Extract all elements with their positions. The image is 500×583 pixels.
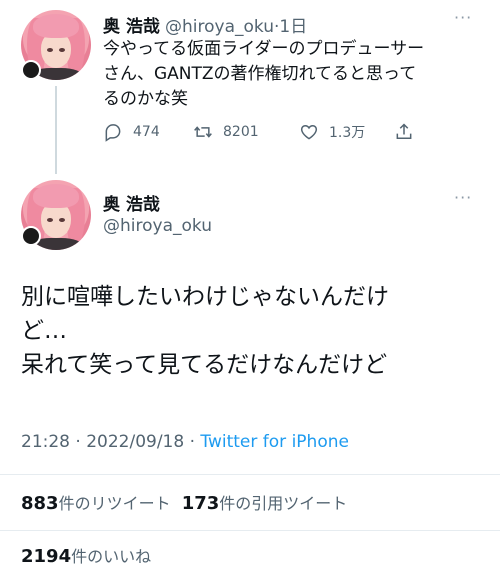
retweet-button[interactable]: 8201 bbox=[193, 122, 259, 142]
reply-count: 474 bbox=[133, 124, 160, 140]
display-name[interactable]: 奥 浩哉 bbox=[103, 17, 160, 37]
tweet-time[interactable]: ·1日 bbox=[274, 17, 307, 37]
divider bbox=[0, 530, 500, 531]
tweet-text-line: さん、GANTZの著作権切れてると思って bbox=[103, 64, 417, 84]
reply-button[interactable]: 474 bbox=[103, 122, 160, 142]
like-stat[interactable]: 2194件のいいね bbox=[21, 543, 151, 567]
tweet-text-line: るのかな笑 bbox=[103, 89, 188, 109]
divider bbox=[0, 474, 500, 475]
retweet-stat-label: 件のリツイート bbox=[58, 494, 171, 513]
avatar-bangs bbox=[33, 184, 79, 208]
avatar-eye bbox=[59, 48, 65, 52]
tweet-text-line: 呆れて笑って見てるだけなんだけど bbox=[21, 352, 388, 378]
quote-stat-count: 173 bbox=[181, 493, 220, 514]
retweet-stat[interactable]: 883件のリツイート bbox=[21, 493, 171, 514]
like-count: 1.3万 bbox=[329, 125, 366, 141]
like-stat-label: 件のいいね bbox=[71, 547, 152, 566]
thread-line bbox=[55, 86, 57, 174]
avatar-badge-icon bbox=[21, 60, 41, 80]
quote-stat-label: 件の引用ツイート bbox=[219, 494, 348, 513]
tweet-source-link[interactable]: Twitter for iPhone bbox=[200, 432, 349, 452]
reply-tweet-text: 今やってる仮面ライダーのプロデューサー さん、GANTZの著作権切れてると思って… bbox=[103, 37, 493, 112]
avatar-eye bbox=[47, 218, 53, 222]
more-icon[interactable]: ··· bbox=[454, 8, 472, 27]
like-button[interactable]: 1.3万 bbox=[299, 122, 365, 142]
like-icon bbox=[300, 124, 318, 140]
avatar-badge-icon bbox=[21, 226, 41, 246]
tweet-text-line: 今やってる仮面ライダーのプロデューサー bbox=[103, 39, 425, 59]
retweet-stat-count: 883 bbox=[21, 493, 59, 514]
avatar-eye bbox=[59, 218, 65, 222]
reply-tweet-header: 奥 浩哉 @hiroya_oku·1日 bbox=[103, 12, 307, 37]
avatar-bangs bbox=[33, 14, 79, 38]
tweet-text-line: ど… bbox=[21, 318, 67, 344]
like-stat-count: 2194 bbox=[21, 546, 72, 567]
display-name[interactable]: 奥 浩哉 bbox=[103, 190, 160, 215]
avatar-eye bbox=[47, 48, 53, 52]
share-icon bbox=[396, 123, 412, 139]
retweet-count: 8201 bbox=[223, 124, 259, 140]
tweet-text-line: 別に喧嘩したいわけじゃないんだけ bbox=[21, 284, 389, 310]
handle[interactable]: @hiroya_oku bbox=[103, 216, 212, 236]
tweet-timestamp-row: 21:28 · 2022/09/18 · Twitter for iPhone bbox=[21, 432, 349, 452]
retweet-icon bbox=[194, 126, 212, 138]
tweet-timestamp[interactable]: 21:28 · 2022/09/18 · bbox=[21, 432, 200, 452]
engagement-stats: 883件のリツイート 173件の引用ツイート bbox=[21, 490, 347, 514]
main-tweet-text: 別に喧嘩したいわけじゃないんだけ ど… 呆れて笑って見てるだけなんだけど bbox=[21, 280, 491, 382]
share-button[interactable] bbox=[394, 122, 424, 142]
handle[interactable]: @hiroya_oku bbox=[165, 17, 274, 37]
quote-stat[interactable]: 173件の引用ツイート bbox=[181, 493, 348, 514]
more-icon[interactable]: ··· bbox=[454, 188, 472, 207]
reply-icon bbox=[105, 124, 121, 142]
